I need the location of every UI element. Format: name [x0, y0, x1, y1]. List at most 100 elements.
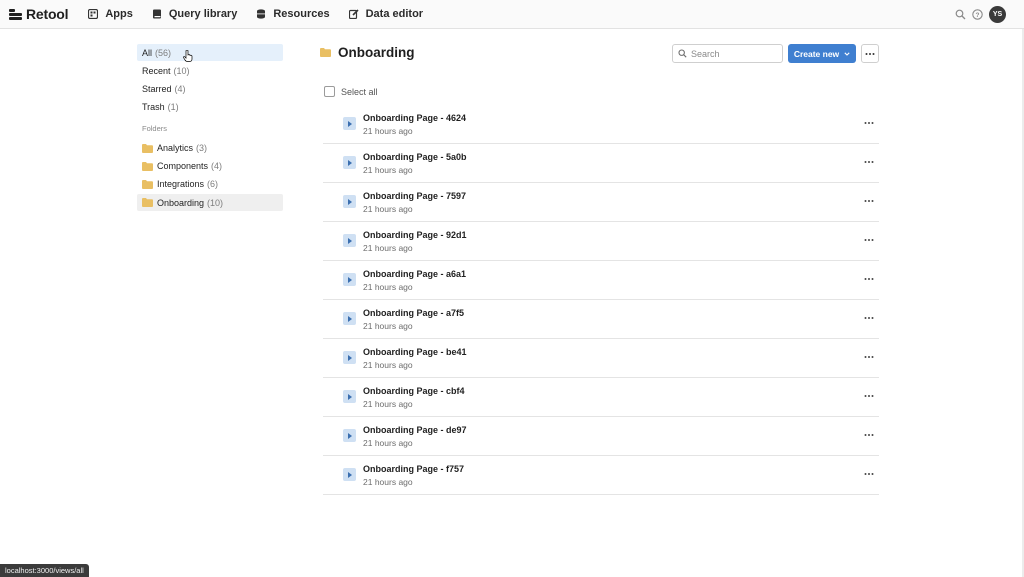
nav-query-library-label: Query library — [168, 8, 238, 20]
more-horizontal-icon[interactable] — [864, 159, 874, 165]
sidebar-item-all[interactable]: All (56) — [137, 44, 283, 61]
sidebar-item-count: (4) — [211, 161, 223, 172]
app-icon — [343, 312, 356, 325]
book-icon — [152, 9, 161, 19]
folder-icon — [320, 48, 331, 57]
app-row[interactable]: Onboarding Page - cbf4 21 hours ago — [323, 378, 879, 417]
select-all-checkbox[interactable] — [324, 86, 335, 97]
app-icon — [343, 195, 356, 208]
more-horizontal-icon[interactable] — [864, 393, 874, 399]
app-name: Onboarding Page - a6a1 — [363, 269, 467, 279]
app-row[interactable]: Onboarding Page - 4624 21 hours ago — [323, 105, 879, 144]
app-icon — [343, 390, 356, 403]
app-updated-time: 21 hours ago — [363, 399, 413, 409]
page-title: Onboarding — [338, 45, 415, 60]
app-row[interactable]: Onboarding Page - a6a1 21 hours ago — [323, 261, 879, 300]
sidebar-folder-components[interactable]: Components (4) — [137, 158, 283, 175]
sidebar-item-label: Onboarding — [157, 197, 205, 208]
sidebar-item-label: Starred — [142, 83, 172, 94]
app-updated-time: 21 hours ago — [363, 243, 413, 253]
app-row[interactable]: Onboarding Page - 92d1 21 hours ago — [323, 222, 879, 261]
sidebar: All (56) Recent (10) Starred (4) Trash (… — [137, 44, 283, 212]
app-list: Onboarding Page - 4624 21 hours ago Onbo… — [323, 105, 879, 495]
app-icon — [343, 234, 356, 247]
chevron-down-icon — [844, 51, 850, 56]
sidebar-item-count: (1) — [167, 102, 179, 113]
app-name: Onboarding Page - 92d1 — [363, 230, 467, 240]
more-horizontal-icon[interactable] — [864, 471, 874, 477]
app-updated-time: 21 hours ago — [363, 282, 413, 292]
search-input[interactable] — [691, 48, 781, 59]
sidebar-item-count: (10) — [207, 197, 224, 208]
more-horizontal-icon[interactable] — [864, 198, 874, 204]
edit-icon — [348, 9, 359, 19]
app-updated-time: 21 hours ago — [363, 438, 413, 448]
brand-name: Retool — [26, 6, 69, 22]
more-horizontal-icon[interactable] — [864, 120, 874, 126]
sidebar-item-count: (3) — [196, 143, 208, 154]
sidebar-item-trash[interactable]: Trash (1) — [137, 99, 283, 116]
app-name: Onboarding Page - be41 — [363, 347, 467, 357]
app-icon — [343, 351, 356, 364]
app-name: Onboarding Page - a7f5 — [363, 308, 465, 318]
top-navigation-bar: Retool Apps Query library Resources Data… — [0, 0, 1024, 29]
app-icon — [343, 429, 356, 442]
more-horizontal-icon[interactable] — [864, 276, 874, 282]
sidebar-item-label: Integrations — [157, 179, 205, 190]
app-row[interactable]: Onboarding Page - 7597 21 hours ago — [323, 183, 879, 222]
nav-apps[interactable]: Apps — [88, 8, 133, 20]
app-updated-time: 21 hours ago — [363, 165, 413, 175]
more-horizontal-icon[interactable] — [864, 237, 874, 243]
app-name: Onboarding Page - 5a0b — [363, 152, 467, 162]
page-header: Onboarding — [320, 45, 415, 60]
app-row[interactable]: Onboarding Page - be41 21 hours ago — [323, 339, 879, 378]
sidebar-folder-analytics[interactable]: Analytics (3) — [137, 140, 283, 157]
app-icon — [343, 117, 356, 130]
sidebar-item-count: (4) — [174, 83, 186, 94]
more-options-button[interactable] — [861, 44, 879, 63]
nav-data-editor[interactable]: Data editor — [348, 8, 423, 20]
create-new-button[interactable]: Create new — [788, 44, 856, 63]
app-row[interactable]: Onboarding Page - 5a0b 21 hours ago — [323, 144, 879, 183]
sidebar-item-count: (10) — [173, 65, 190, 76]
retool-logo[interactable]: Retool — [9, 6, 69, 22]
sidebar-folder-integrations[interactable]: Integrations (6) — [137, 176, 283, 193]
app-name: Onboarding Page - f757 — [363, 464, 465, 474]
app-name: Onboarding Page - cbf4 — [363, 386, 465, 396]
search-icon[interactable] — [955, 9, 966, 20]
retool-logo-icon — [9, 8, 22, 20]
sidebar-item-starred[interactable]: Starred (4) — [137, 80, 283, 97]
app-row[interactable]: Onboarding Page - de97 21 hours ago — [323, 417, 879, 456]
nav-resources[interactable]: Resources — [256, 8, 330, 20]
app-icon — [343, 468, 356, 481]
hand-cursor-icon — [183, 50, 193, 62]
app-updated-time: 21 hours ago — [363, 477, 413, 487]
nav-apps-label: Apps — [105, 8, 133, 20]
top-right-actions: ? YS — [949, 6, 1006, 23]
select-all-row: Select all — [324, 86, 378, 97]
app-updated-time: 21 hours ago — [363, 360, 413, 370]
app-updated-time: 21 hours ago — [363, 126, 413, 136]
sidebar-item-label: Analytics — [157, 143, 194, 154]
database-icon — [257, 9, 266, 19]
sidebar-folder-onboarding[interactable]: Onboarding (10) — [137, 194, 283, 212]
folder-icon — [142, 161, 153, 171]
more-horizontal-icon[interactable] — [864, 354, 874, 360]
more-horizontal-icon[interactable] — [864, 315, 874, 321]
app-row[interactable]: Onboarding Page - f757 21 hours ago — [323, 456, 879, 495]
sidebar-item-count: (6) — [207, 179, 219, 190]
select-all-label: Select all — [341, 86, 378, 97]
app-row[interactable]: Onboarding Page - a7f5 21 hours ago — [323, 300, 879, 339]
user-avatar[interactable]: YS — [989, 6, 1006, 23]
apps-icon — [88, 9, 99, 19]
help-icon[interactable]: ? — [972, 9, 983, 20]
app-icon — [343, 273, 356, 286]
search-field[interactable] — [672, 44, 783, 63]
sidebar-item-recent[interactable]: Recent (10) — [137, 62, 283, 79]
more-horizontal-icon[interactable] — [864, 432, 874, 438]
app-icon — [343, 156, 356, 169]
folder-icon — [142, 198, 153, 208]
more-horizontal-icon — [865, 52, 875, 55]
nav-query-library[interactable]: Query library — [152, 8, 237, 20]
sidebar-item-count: (56) — [155, 47, 172, 58]
